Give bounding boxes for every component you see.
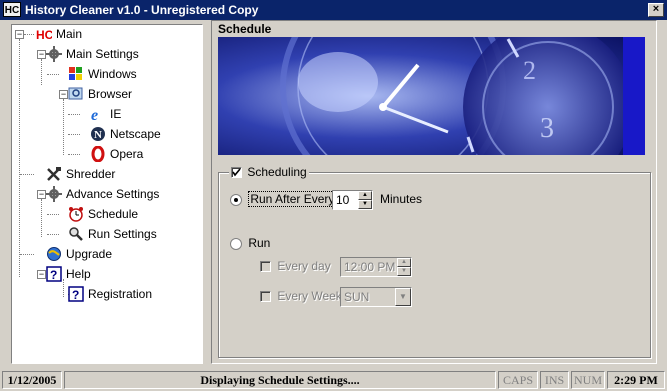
search-person-icon: [68, 226, 84, 242]
svg-text:?: ?: [50, 268, 57, 282]
gear-icon: [46, 186, 62, 202]
collapse-main-button[interactable]: −: [15, 30, 24, 39]
ie-icon: e: [90, 106, 106, 124]
hc-logo-icon: HC: [36, 26, 54, 42]
time-spin-down-button[interactable]: ▼: [397, 267, 411, 276]
scheduling-label: Scheduling: [247, 165, 307, 179]
run-after-every-radio[interactable]: [230, 193, 242, 206]
every-day-checkbox[interactable]: [260, 261, 271, 273]
svg-text:HC: HC: [36, 28, 52, 42]
app-logo-icon: HC: [3, 2, 21, 17]
tree-connector: [68, 134, 80, 135]
collapse-advance-settings-button[interactable]: −: [37, 190, 46, 199]
minutes-spinbox[interactable]: 10 ▲ ▼: [332, 190, 373, 210]
scheduling-checkbox[interactable]: [231, 167, 242, 179]
spin-up-button[interactable]: ▲: [358, 191, 372, 200]
status-ins: INS: [540, 371, 569, 389]
collapse-help-button[interactable]: −: [37, 270, 46, 279]
svg-text:?: ?: [72, 288, 79, 302]
spin-down-button[interactable]: ▼: [358, 200, 372, 209]
run-after-every-label: Run After Every: [248, 191, 337, 207]
banner-number-2: 2: [523, 56, 536, 85]
run-after-every-row: Run After Every: [230, 191, 337, 207]
svg-text:N: N: [94, 129, 102, 141]
every-day-label: Every day: [277, 259, 331, 273]
every-day-time-spinbox[interactable]: 12:00 PM ▲ ▼: [340, 257, 412, 277]
tree-connector: [47, 74, 59, 75]
every-week-day-select[interactable]: SUN ▼: [340, 287, 412, 307]
help-icon: ?: [68, 286, 84, 302]
tree-connector: [63, 279, 64, 297]
tree-connector: [41, 59, 42, 85]
every-week-row: Every Week: [260, 289, 342, 303]
every-week-checkbox[interactable]: [260, 291, 271, 303]
tools-icon: [46, 166, 62, 182]
tree-connector: [47, 214, 59, 215]
tree-connector: [20, 174, 34, 175]
navigation-tree: − − − − − HC Main Main Settings Windows …: [11, 24, 203, 364]
tree-connector: [68, 154, 80, 155]
status-date: 1/12/2005: [2, 371, 62, 389]
tree-connector: [41, 199, 42, 237]
help-icon: ?: [46, 266, 62, 282]
scheduling-legend: Scheduling: [229, 164, 309, 180]
tree-connector: [19, 39, 20, 277]
tree-connector: [24, 34, 34, 35]
run-label: Run: [248, 236, 271, 250]
tree-connector: [20, 254, 34, 255]
clock-banner-image: 2 3: [218, 37, 645, 155]
status-num: NUM: [571, 371, 605, 389]
globe-search-icon: [68, 86, 84, 102]
minutes-label: Minutes: [380, 192, 423, 206]
section-title: Schedule: [218, 22, 272, 36]
status-bar: 1/12/2005 Displaying Schedule Settings..…: [0, 369, 667, 391]
close-button[interactable]: ×: [648, 3, 664, 17]
svg-text:e: e: [91, 107, 98, 122]
time-spin-up-button[interactable]: ▲: [397, 258, 411, 267]
alarm-clock-icon: [68, 206, 84, 222]
netscape-icon: N: [90, 126, 106, 142]
every-week-label: Every Week: [277, 289, 342, 303]
title-bar: HC History Cleaner v1.0 - Unregistered C…: [0, 0, 667, 20]
opera-icon: [90, 145, 106, 163]
collapse-main-settings-button[interactable]: −: [37, 50, 46, 59]
tree-connector: [63, 99, 64, 155]
globe-upgrade-icon: [46, 246, 62, 262]
status-message: Displaying Schedule Settings....: [64, 371, 496, 389]
status-caps: CAPS: [498, 371, 538, 389]
tree-connector: [68, 114, 80, 115]
status-time: 2:29 PM: [607, 371, 665, 389]
window-title: History Cleaner v1.0 - Unregistered Copy: [25, 3, 259, 17]
gear-icon: [46, 46, 62, 62]
every-day-row: Every day: [260, 259, 331, 273]
scheduling-group: Scheduling Run After Every 10 ▲ ▼ Minute…: [218, 164, 651, 358]
windows-flag-icon: [68, 66, 84, 82]
tree-connector: [47, 234, 59, 235]
schedule-panel: Schedule 2 3 Scheduling Run After Every …: [211, 20, 657, 364]
collapse-browser-button[interactable]: −: [59, 90, 68, 99]
run-radio[interactable]: [230, 237, 242, 250]
banner-number-3: 3: [540, 113, 554, 144]
chevron-down-icon[interactable]: ▼: [395, 288, 411, 306]
run-row: Run: [230, 236, 270, 250]
